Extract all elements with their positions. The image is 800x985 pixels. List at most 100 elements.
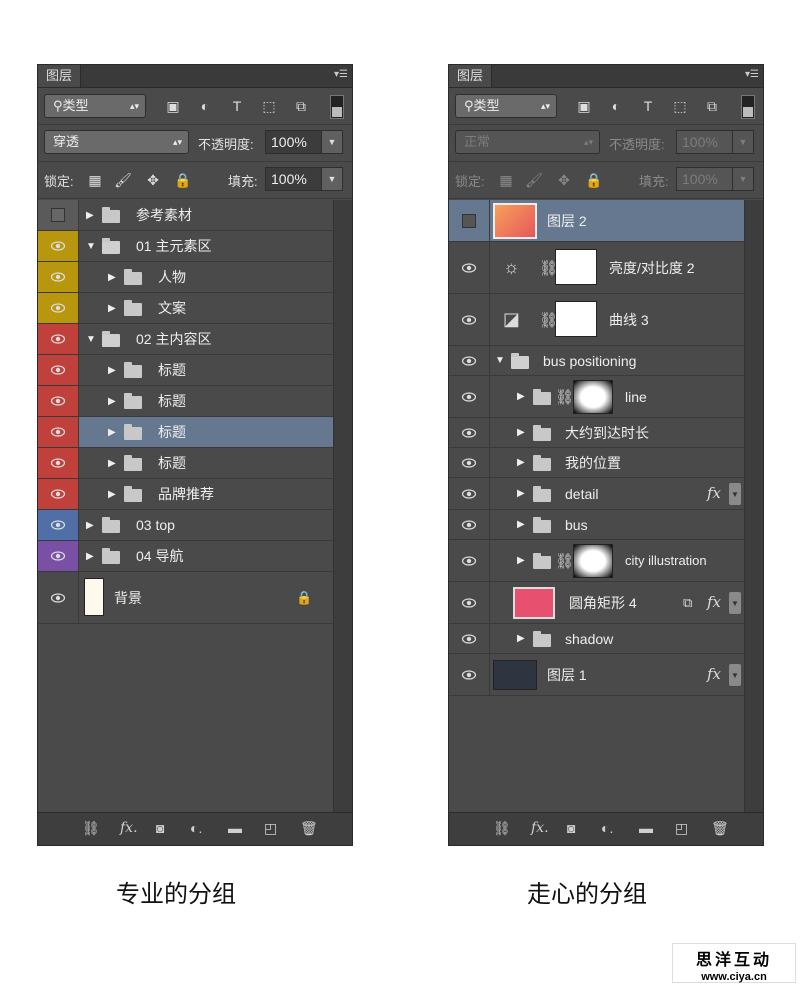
filter-kind-select[interactable]: ⚲类型 ▴▾	[455, 94, 557, 118]
layer-row[interactable]: ▶ 标题	[38, 417, 334, 448]
opacity-dropdown-button[interactable]: ▼	[321, 130, 343, 154]
expanded-triangle-icon[interactable]: ▼	[86, 324, 96, 354]
layer-row[interactable]: ▶ detail fx ▼	[449, 478, 745, 510]
collapsed-triangle-icon[interactable]: ▶	[108, 386, 116, 416]
link-icon[interactable]: ⛓	[82, 820, 100, 837]
layer-row[interactable]: ▼ 01 主元素区	[38, 231, 334, 262]
layer-row[interactable]: ▶ 文案	[38, 293, 334, 324]
scrollbar[interactable]	[333, 200, 352, 812]
lock-paint-icon[interactable]: 🖌	[114, 168, 132, 192]
collapsed-triangle-icon[interactable]: ▶	[517, 540, 525, 581]
layer-row[interactable]: ▶ 标题	[38, 386, 334, 417]
lock-transparency-icon[interactable]: ▦	[86, 168, 104, 192]
new-layer-icon[interactable]: ◰	[264, 820, 277, 837]
new-group-icon[interactable]: ▬	[228, 820, 242, 836]
layer-row[interactable]: ☼ ⛓ 亮度/对比度 2	[449, 242, 745, 294]
layer-row[interactable]: 图层 1 fx ▼	[449, 654, 745, 696]
collapsed-triangle-icon[interactable]: ▶	[86, 541, 94, 571]
fill-input[interactable]: 100%	[676, 167, 733, 191]
visibility-eye-icon[interactable]	[38, 479, 79, 509]
expanded-triangle-icon[interactable]: ▼	[86, 231, 96, 261]
visibility-eye-icon[interactable]	[449, 478, 490, 509]
layer-row[interactable]: ▶ 标题	[38, 355, 334, 386]
collapsed-triangle-icon[interactable]: ▶	[517, 510, 525, 539]
collapsed-triangle-icon[interactable]: ▶	[86, 200, 94, 230]
adjustment-icon[interactable]: ◐.	[601, 820, 613, 836]
visibility-eye-icon[interactable]	[38, 355, 79, 385]
layer-row[interactable]: 图层 2	[449, 200, 745, 242]
image-filter-icon[interactable]: ▣	[575, 94, 593, 118]
collapsed-triangle-icon[interactable]: ▶	[517, 448, 525, 477]
new-layer-icon[interactable]: ◰	[675, 820, 688, 837]
fx-icon[interactable]: fx	[707, 665, 721, 683]
lock-all-icon[interactable]: 🔒	[585, 168, 603, 192]
visibility-eye-icon[interactable]	[449, 242, 490, 293]
layer-row[interactable]: ◪ ⛓ 曲线 3	[449, 294, 745, 346]
visibility-eye-icon[interactable]	[38, 448, 79, 478]
fill-input[interactable]: 100%	[265, 167, 322, 191]
shape-filter-icon[interactable]: ⬚	[260, 94, 278, 118]
layer-row[interactable]: ▶ 03 top	[38, 510, 334, 541]
collapsed-triangle-icon[interactable]: ▶	[517, 418, 525, 447]
expanded-triangle-icon[interactable]: ▼	[495, 346, 505, 375]
blend-mode-select[interactable]: 穿透 ▴▾	[44, 130, 189, 154]
collapsed-triangle-icon[interactable]: ▶	[86, 510, 94, 540]
visibility-eye-icon[interactable]	[38, 262, 79, 292]
fx-icon[interactable]: fx	[707, 593, 721, 611]
lock-all-icon[interactable]: 🔒	[174, 168, 192, 192]
new-group-icon[interactable]: ▬	[639, 820, 653, 836]
visibility-eye-icon[interactable]	[449, 418, 490, 447]
tab-layers[interactable]: 图层	[449, 65, 493, 87]
visibility-eye-icon[interactable]	[38, 293, 79, 323]
opacity-dropdown-button[interactable]: ▼	[732, 130, 754, 154]
link-icon[interactable]: ⛓	[493, 820, 511, 837]
layer-row[interactable]: ▶ 04 导航	[38, 541, 334, 572]
visibility-toggle[interactable]	[38, 200, 79, 230]
scrollbar[interactable]	[744, 200, 763, 812]
visibility-eye-icon[interactable]	[38, 510, 79, 540]
trash-icon[interactable]: 🗑	[300, 820, 318, 837]
type-filter-icon[interactable]: T	[639, 94, 657, 118]
visibility-eye-icon[interactable]	[449, 624, 490, 653]
fill-dropdown-button[interactable]: ▼	[732, 167, 754, 191]
collapsed-triangle-icon[interactable]: ▶	[517, 624, 525, 653]
layer-row[interactable]: 圆角矩形 4 fx ▼ ⧉	[449, 582, 745, 624]
visibility-eye-icon[interactable]	[449, 510, 490, 539]
mask-icon[interactable]: ◙	[567, 820, 575, 836]
fx-expand-arrow-icon[interactable]: ▼	[729, 592, 741, 614]
visibility-toggle[interactable]	[449, 200, 490, 241]
blend-mode-select[interactable]: 正常 ▴▾	[455, 130, 600, 154]
visibility-eye-icon[interactable]	[449, 376, 490, 417]
fill-dropdown-button[interactable]: ▼	[321, 167, 343, 191]
filter-toggle[interactable]	[330, 95, 344, 119]
layer-row[interactable]: ▶ 品牌推荐	[38, 479, 334, 510]
adjustment-filter-icon[interactable]: ◐	[196, 94, 214, 118]
visibility-eye-icon[interactable]	[449, 346, 490, 375]
lock-transparency-icon[interactable]: ▦	[497, 168, 515, 192]
visibility-eye-icon[interactable]	[449, 540, 490, 581]
tab-layers[interactable]: 图层	[38, 65, 82, 87]
layer-row[interactable]: ▶ 参考素材	[38, 200, 334, 231]
visibility-eye-icon[interactable]	[38, 386, 79, 416]
visibility-eye-icon[interactable]	[38, 324, 79, 354]
filter-toggle[interactable]	[741, 95, 755, 119]
collapsed-triangle-icon[interactable]: ▶	[108, 479, 116, 509]
adjustment-filter-icon[interactable]: ◐	[607, 94, 625, 118]
visibility-eye-icon[interactable]	[38, 541, 79, 571]
visibility-eye-icon[interactable]	[449, 582, 490, 623]
layer-row[interactable]: ▶ 我的位置	[449, 448, 745, 478]
layer-row[interactable]: ▶ 标题	[38, 448, 334, 479]
layer-row[interactable]: ▶ ⛓ line	[449, 376, 745, 418]
visibility-eye-icon[interactable]	[449, 448, 490, 477]
fx-expand-arrow-icon[interactable]: ▼	[729, 664, 741, 686]
mask-icon[interactable]: ◙	[156, 820, 164, 836]
lock-move-icon[interactable]: ✥	[555, 168, 573, 192]
panel-menu-icon[interactable]: ▾☰	[334, 69, 348, 80]
collapsed-triangle-icon[interactable]: ▶	[517, 376, 525, 417]
panel-menu-icon[interactable]: ▾☰	[745, 69, 759, 80]
fx-icon[interactable]: fx	[707, 484, 721, 502]
collapsed-triangle-icon[interactable]: ▶	[108, 448, 116, 478]
visibility-eye-icon[interactable]	[38, 572, 79, 623]
opacity-input[interactable]: 100%	[265, 130, 322, 154]
layer-row[interactable]: 背景 🔒	[38, 572, 334, 624]
